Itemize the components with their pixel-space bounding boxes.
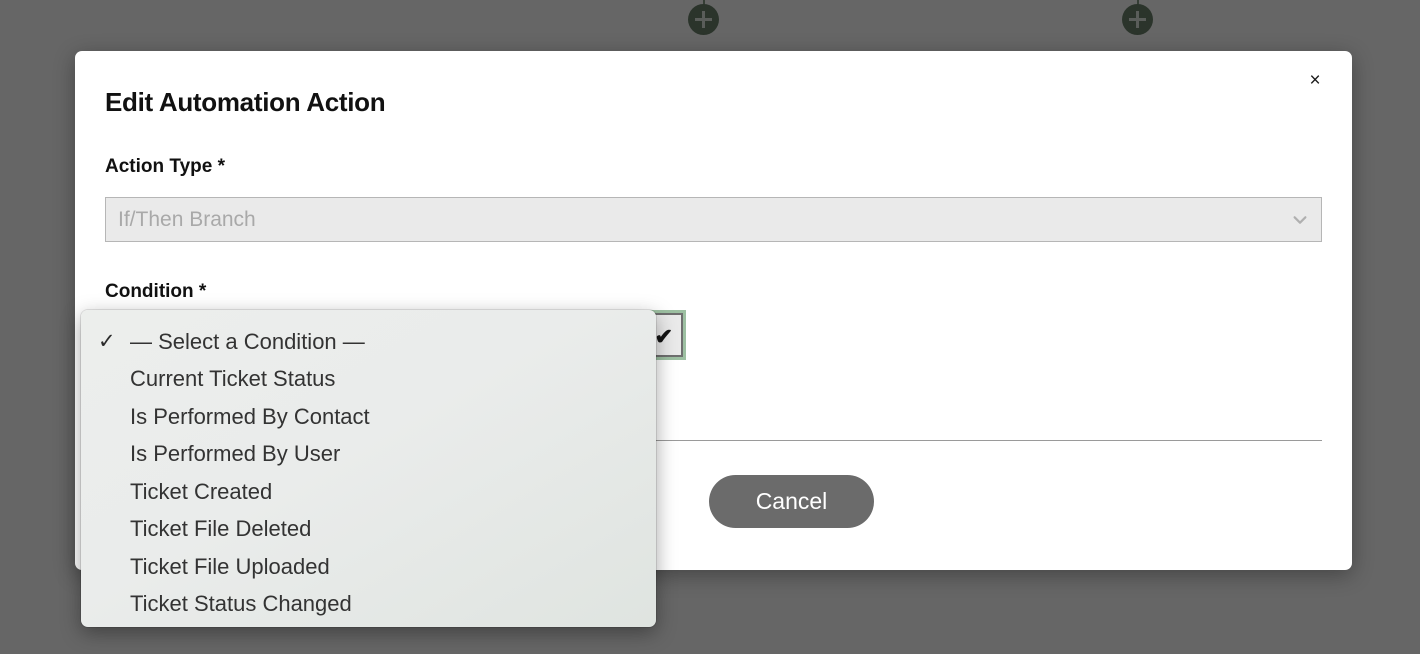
chevron-down-icon: ✔ [655,324,673,350]
close-icon[interactable]: × [1300,65,1330,95]
dropdown-option[interactable]: Ticket File Uploaded [81,548,656,586]
condition-dropdown-popup[interactable]: ✓ — Select a Condition — Current Ticket … [81,310,656,627]
dropdown-option-label: Ticket Status Changed [130,591,656,617]
dropdown-option[interactable]: Ticket Status Changed [81,586,656,624]
check-icon: ✓ [98,329,130,354]
dropdown-option-label: Current Ticket Status [130,366,656,392]
action-type-value: If/Then Branch [118,208,1291,232]
dropdown-option-label: Ticket Created [130,479,656,505]
dropdown-option-label: Ticket File Uploaded [130,554,656,580]
condition-label: Condition * [105,281,206,303]
dropdown-option-label: Is Performed By User [130,441,656,467]
dropdown-option-label: — Select a Condition — [130,329,656,355]
action-type-label: Action Type * [105,156,225,178]
dropdown-option-label: Ticket File Deleted [130,516,656,542]
page-title: Edit Automation Action [105,87,385,118]
chevron-down-icon [1291,211,1309,229]
cancel-button[interactable]: Cancel [709,475,874,528]
dropdown-option[interactable]: Current Ticket Status [81,361,656,399]
screen: × Edit Automation Action Action Type * I… [0,0,1420,654]
action-type-select[interactable]: If/Then Branch [105,197,1322,242]
dropdown-option[interactable]: Is Performed By Contact [81,398,656,436]
dropdown-option-label: Is Performed By Contact [130,404,656,430]
dropdown-option[interactable]: Ticket Created [81,473,656,511]
dropdown-option[interactable]: ✓ — Select a Condition — [81,323,656,361]
dropdown-option[interactable]: Ticket File Deleted [81,511,656,549]
dropdown-option[interactable]: Is Performed By User [81,436,656,474]
